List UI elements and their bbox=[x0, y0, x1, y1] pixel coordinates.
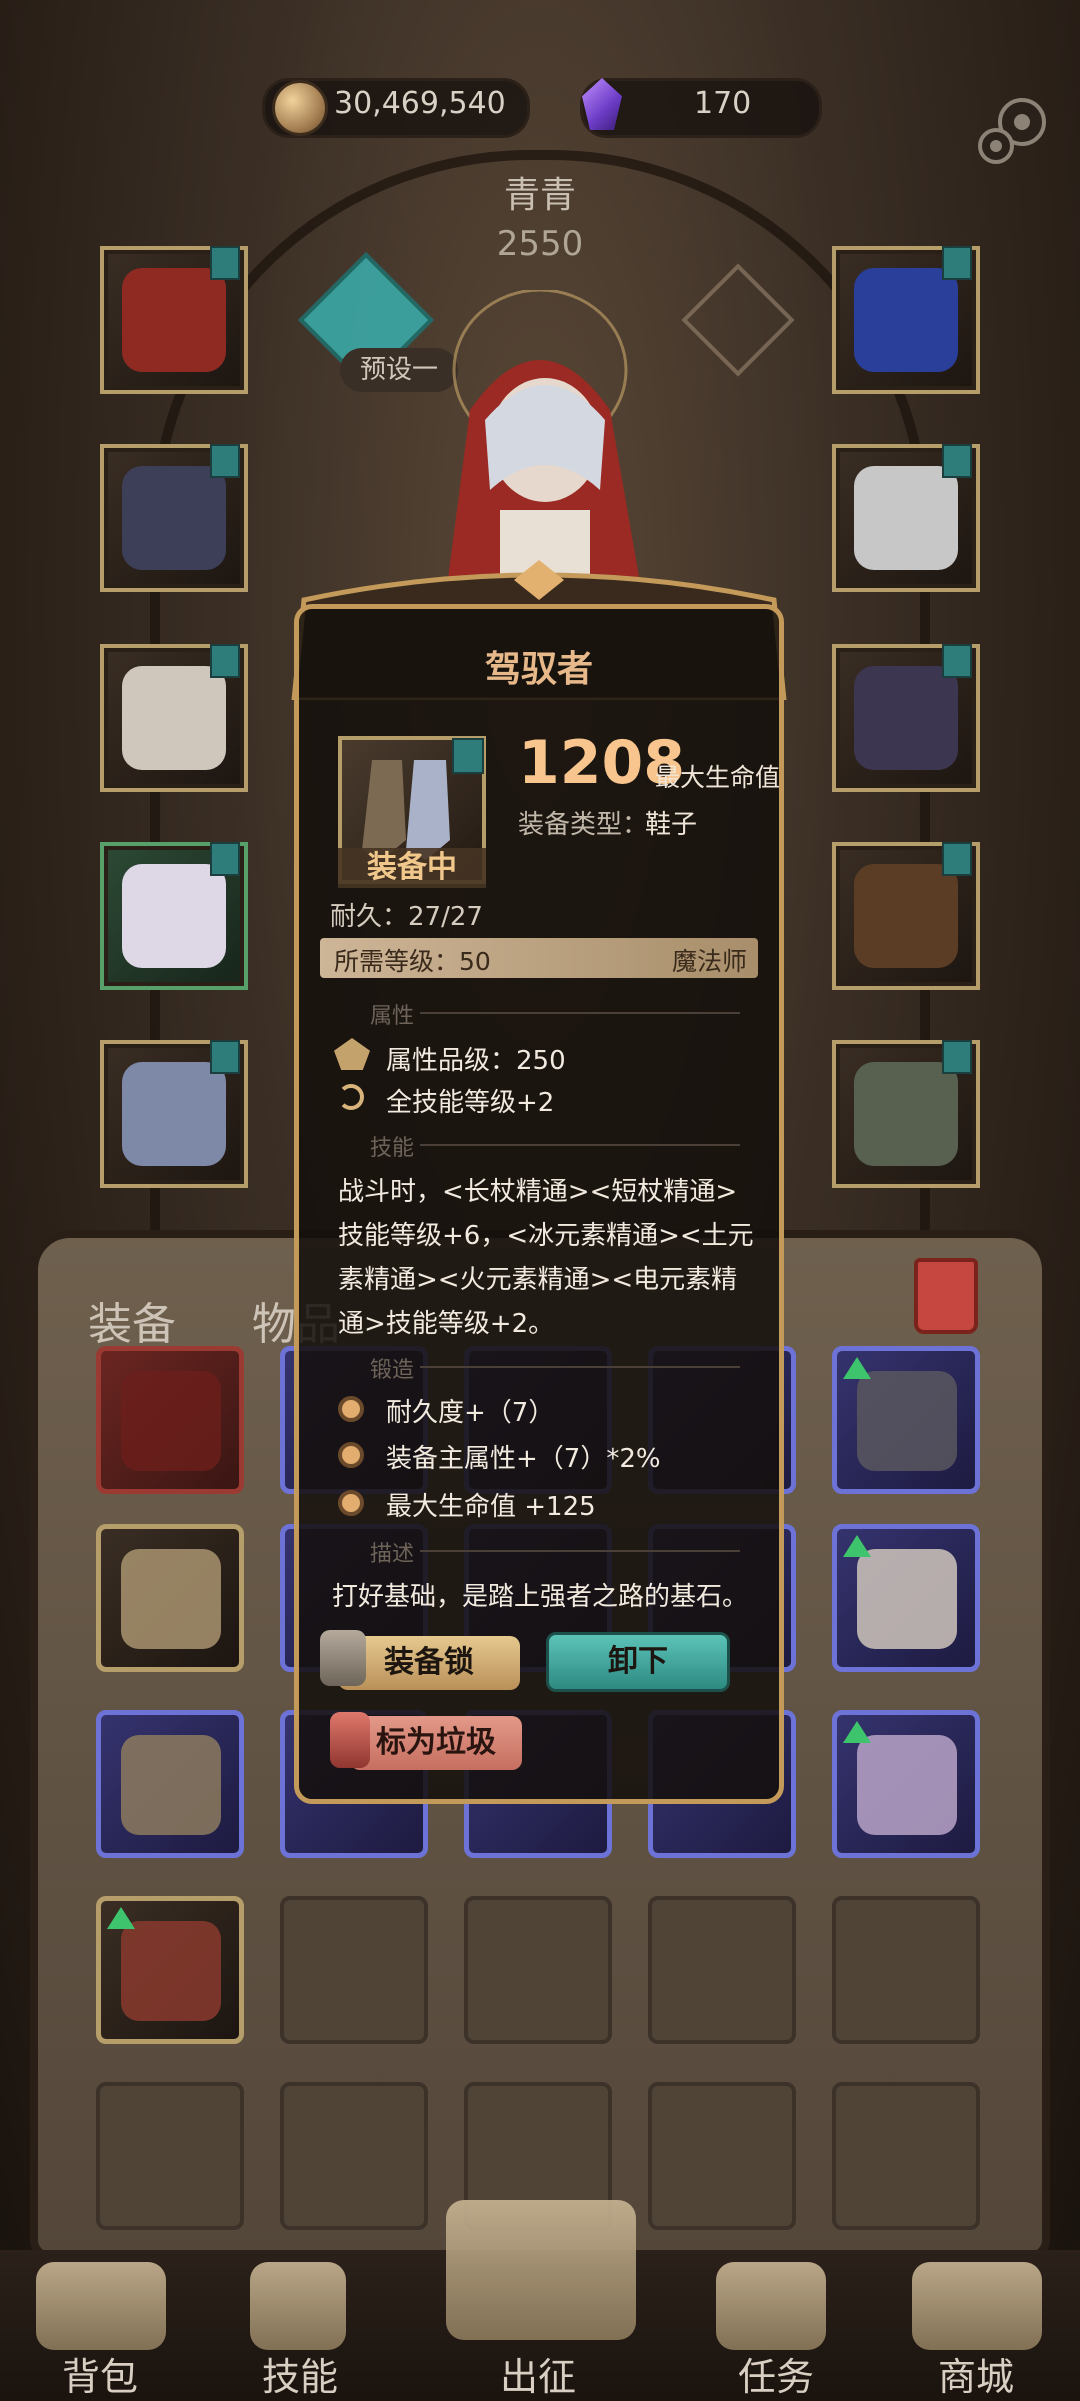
equip-slot-pants[interactable] bbox=[100, 842, 248, 990]
skill-book-icon[interactable] bbox=[250, 2262, 346, 2350]
divider bbox=[420, 1012, 740, 1014]
bag-slot-empty[interactable] bbox=[832, 1896, 980, 2044]
bag-slot-empty[interactable] bbox=[280, 2082, 428, 2230]
mark-trash-button[interactable]: 标为垃圾 bbox=[350, 1716, 522, 1770]
shop-icon[interactable] bbox=[912, 2262, 1042, 2350]
main-stat-label: 最大生命值 bbox=[655, 763, 781, 792]
bag-item[interactable] bbox=[96, 1896, 244, 2044]
forge-line: 最大生命值 +125 bbox=[386, 1492, 596, 1522]
equip-slot-head[interactable] bbox=[100, 246, 248, 394]
section-skills: 技能 bbox=[370, 1136, 415, 1161]
gear-icon[interactable] bbox=[972, 90, 1052, 170]
upgrade-arrow-icon bbox=[843, 1535, 871, 1557]
item-name: 驾驭者 bbox=[484, 649, 593, 690]
forge-dot-icon bbox=[338, 1490, 364, 1516]
forge-line: 装备主属性+（7）*2% bbox=[386, 1444, 661, 1474]
forge-dot-icon bbox=[338, 1442, 364, 1468]
bag-slot-empty[interactable] bbox=[96, 2082, 244, 2230]
item-type-value: 鞋子 bbox=[645, 810, 698, 840]
bag-slot-empty[interactable] bbox=[464, 1896, 612, 2044]
required-level: 所需等级：50 bbox=[334, 947, 491, 976]
bag-slot-empty[interactable] bbox=[280, 1896, 428, 2044]
bag-item[interactable] bbox=[96, 1710, 244, 1858]
backpack-icon[interactable] bbox=[36, 2262, 166, 2350]
bag-item[interactable] bbox=[832, 1524, 980, 1672]
equip-slot-offhand[interactable] bbox=[832, 1040, 980, 1188]
divider bbox=[420, 1550, 740, 1552]
nav-tasks[interactable]: 任务 bbox=[738, 2346, 814, 2401]
divider bbox=[420, 1144, 740, 1146]
section-attributes: 属性 bbox=[370, 1004, 415, 1029]
nav-shop[interactable]: 商城 bbox=[938, 2346, 1014, 2401]
bag-item[interactable] bbox=[96, 1346, 244, 1494]
forge-dot-icon bbox=[338, 1396, 364, 1422]
skill-description: 战斗时，<长杖精通><短杖精通>技能等级+6，<冰元素精通><土元素精通><火元… bbox=[338, 1177, 754, 1339]
equip-slot-accessory[interactable] bbox=[832, 644, 980, 792]
gold-amount: 30,469,540 bbox=[334, 86, 506, 121]
lantern-icon bbox=[330, 1712, 370, 1768]
bag-item[interactable] bbox=[832, 1346, 980, 1494]
refresh-icon bbox=[338, 1084, 364, 1110]
equipped-badge: 装备中 bbox=[338, 848, 486, 888]
bag-slot-empty[interactable] bbox=[648, 2082, 796, 2230]
bag-item[interactable] bbox=[832, 1710, 980, 1858]
durability: 耐久：27/27 bbox=[330, 902, 483, 932]
character-name: 青青 bbox=[503, 175, 576, 216]
bag-item[interactable] bbox=[96, 1524, 244, 1672]
bag-slot-empty[interactable] bbox=[648, 1896, 796, 2044]
attribute-quality: 属性品级：250 bbox=[386, 1046, 566, 1076]
unequip-button[interactable]: 卸下 bbox=[546, 1632, 730, 1692]
quest-scroll-icon[interactable] bbox=[716, 2262, 826, 2350]
required-class: 魔法师 bbox=[672, 947, 748, 976]
upgrade-arrow-icon bbox=[843, 1721, 871, 1743]
gold-coin-icon bbox=[272, 80, 328, 136]
lock-icon bbox=[320, 1630, 366, 1686]
gem-amount: 170 bbox=[694, 86, 752, 121]
bag-slot-empty[interactable] bbox=[832, 2082, 980, 2230]
equip-slot-gloves[interactable] bbox=[100, 644, 248, 792]
section-description: 描述 bbox=[370, 1542, 415, 1567]
battle-map-icon[interactable] bbox=[446, 2200, 636, 2340]
attribute-skill-level: 全技能等级+2 bbox=[386, 1088, 555, 1118]
section-forge: 锻造 bbox=[370, 1358, 415, 1383]
upgrade-arrow-icon bbox=[107, 1907, 135, 1929]
upgrade-arrow-icon bbox=[843, 1357, 871, 1379]
equip-slot-armor[interactable] bbox=[100, 444, 248, 592]
tab-equipment[interactable]: 装备 bbox=[88, 1288, 176, 1352]
nav-expedition[interactable]: 出征 bbox=[500, 2346, 576, 2401]
nav-backpack[interactable]: 背包 bbox=[62, 2346, 138, 2401]
equip-slot-weapon[interactable] bbox=[832, 842, 980, 990]
item-flavor-text: 打好基础，是踏上强者之路的基石。 bbox=[332, 1582, 749, 1612]
equip-slot-necklace[interactable] bbox=[832, 246, 980, 394]
forge-line: 耐久度+（7） bbox=[386, 1398, 555, 1428]
equip-slot-boots[interactable] bbox=[100, 1040, 248, 1188]
equip-slot-cloak[interactable] bbox=[832, 444, 980, 592]
divider bbox=[420, 1366, 740, 1368]
nav-skills[interactable]: 技能 bbox=[262, 2346, 338, 2401]
trash-icon[interactable] bbox=[914, 1258, 978, 1334]
item-type-label: 装备类型： bbox=[518, 810, 649, 840]
